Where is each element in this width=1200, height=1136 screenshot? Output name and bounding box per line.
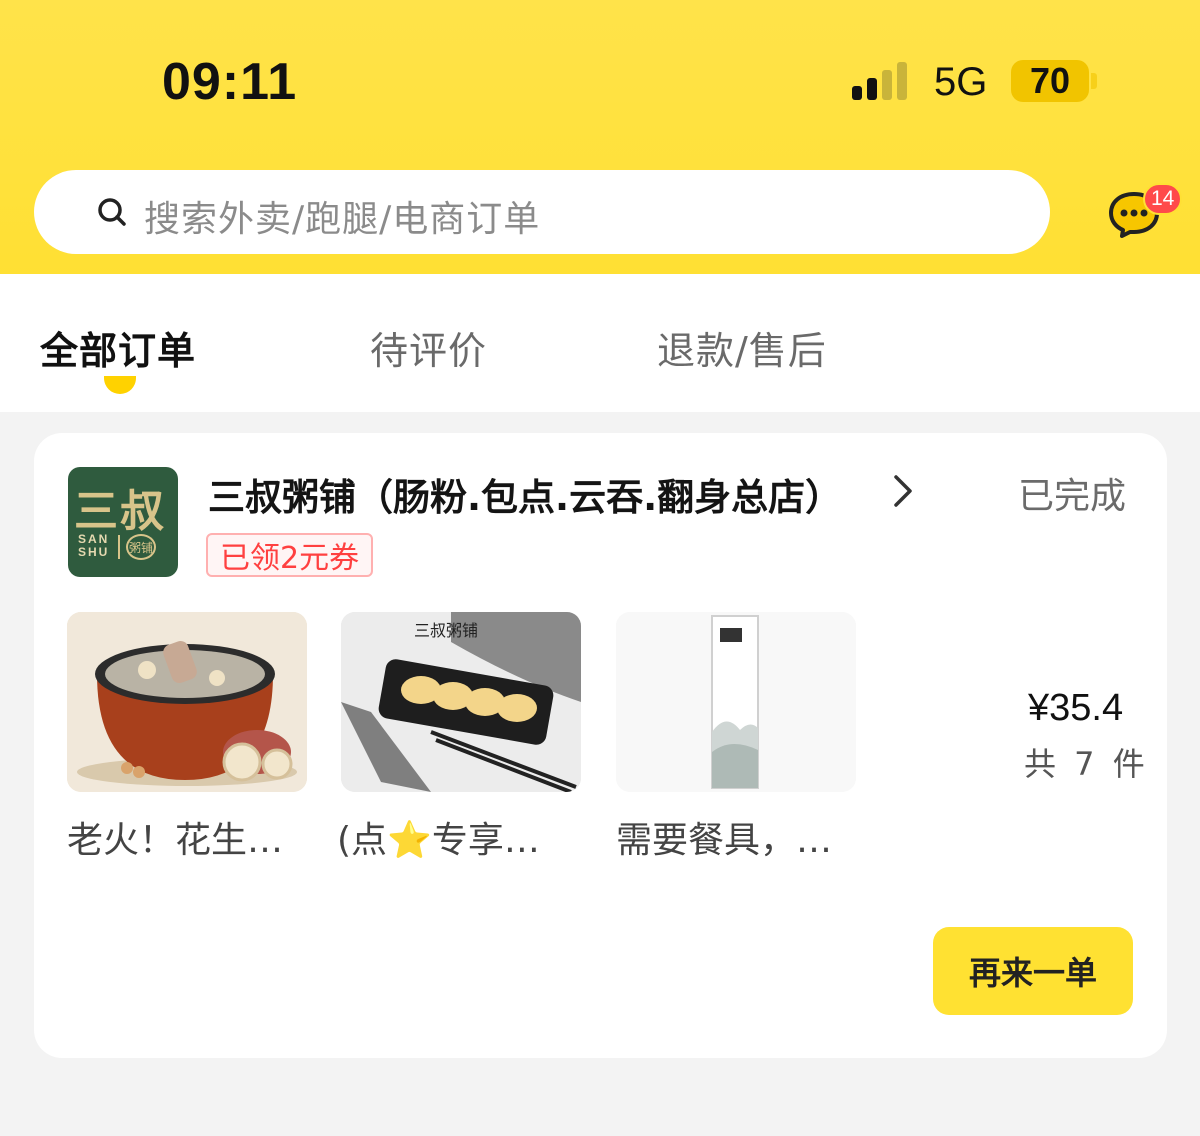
utensils-pack-image — [616, 612, 856, 792]
logo-seal: 粥铺 — [126, 534, 156, 560]
shop-logo-text: 三叔 — [74, 486, 166, 537]
battery-tip — [1091, 73, 1097, 89]
search-placeholder: 搜索外卖/跑腿/电商订单 — [144, 199, 541, 240]
cellular-signal-icon — [852, 60, 914, 100]
reorder-button[interactable]: 再来一单 — [933, 927, 1133, 1015]
network-type: 5G — [934, 60, 988, 104]
order-status: 已完成 — [1018, 476, 1127, 517]
active-tab-indicator — [104, 376, 136, 394]
logo-subtext-line2: SHU — [78, 545, 110, 559]
soup-pot-image — [67, 612, 307, 792]
header: 09:11 5G 70 搜索外卖/跑腿/电商订单 14 — [0, 0, 1200, 274]
shop-logo-subtext: SAN SHU — [78, 533, 109, 559]
item-name: 需要餐具，… — [616, 820, 833, 861]
tab-pending-review[interactable]: 待评价 — [370, 320, 487, 375]
shop-logo[interactable]: 三叔 SAN SHU 粥铺 — [68, 467, 178, 577]
coupon-badge: 已领2元券 — [206, 533, 374, 577]
item-count: 共 7 件 — [1024, 745, 1149, 783]
item-name: 老火！花生… — [67, 820, 284, 861]
search-icon — [98, 198, 126, 226]
search-input[interactable]: 搜索外卖/跑腿/电商订单 — [34, 170, 1050, 254]
tab-refund-aftersale[interactable]: 退款/售后 — [657, 320, 827, 375]
chevron-right-icon[interactable] — [890, 473, 916, 509]
item-name: (点⭐专享… — [337, 820, 540, 861]
order-total-price: ¥35.4 — [1028, 687, 1124, 729]
order-tabs: 全部订单 待评价 退款/售后 — [0, 274, 1200, 412]
logo-divider — [118, 535, 120, 559]
order-card[interactable]: 三叔 SAN SHU 粥铺 三叔粥铺（肠粉.包点.云吞.翻身总店） 已完成 已领… — [34, 433, 1167, 1058]
battery-indicator: 70 — [1011, 60, 1089, 102]
item-thumbnail-utensils[interactable] — [616, 612, 856, 792]
item-thumbnail-soup[interactable] — [67, 612, 307, 792]
shop-name[interactable]: 三叔粥铺（肠粉.包点.云吞.翻身总店） — [208, 467, 842, 521]
tab-all-orders[interactable]: 全部订单 — [40, 320, 196, 375]
message-count-badge: 14 — [1143, 183, 1183, 215]
dumplings-brand-text: 三叔粥铺 — [414, 621, 479, 640]
status-time: 09:11 — [162, 53, 298, 111]
